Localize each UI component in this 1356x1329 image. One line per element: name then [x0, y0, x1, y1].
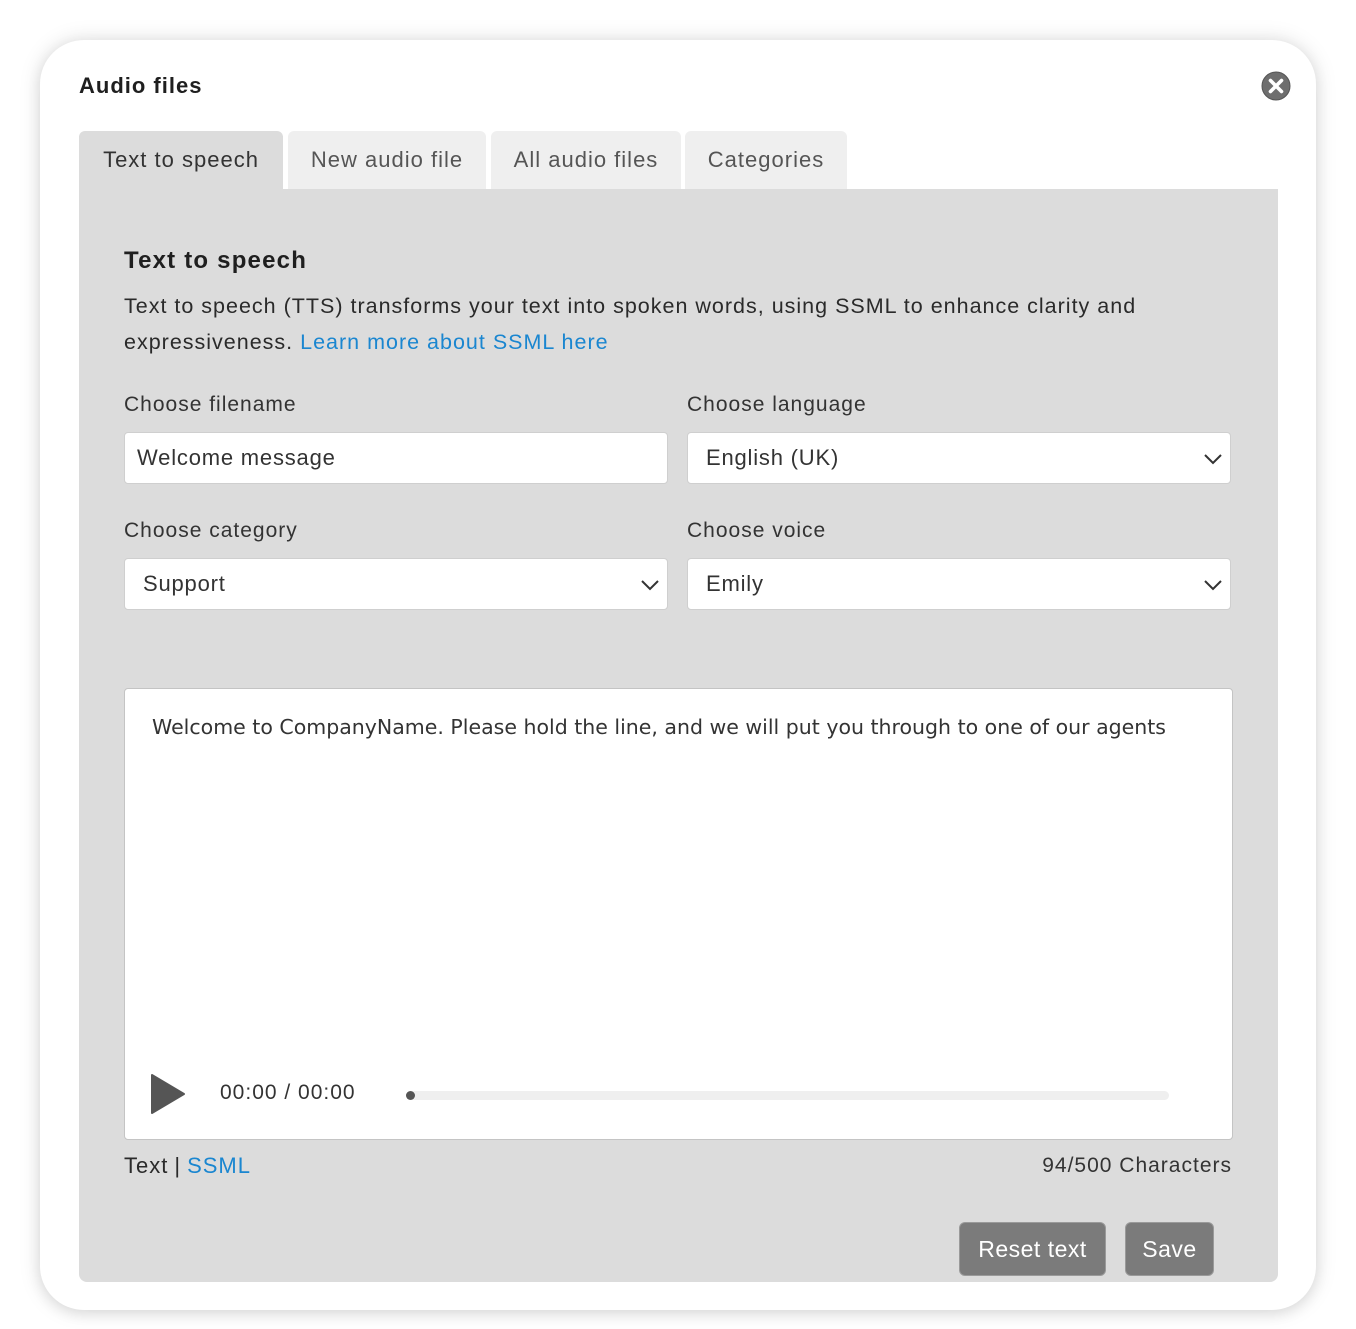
tts-text-editor[interactable]: Welcome to CompanyName. Please hold the …	[124, 688, 1233, 1140]
category-label: Choose category	[124, 519, 298, 542]
playback-time: 00:00 / 00:00	[220, 1081, 356, 1104]
tab-all-audio-files[interactable]: All audio files	[491, 131, 681, 189]
play-icon	[151, 1074, 185, 1114]
character-count: 94/500 Characters	[1042, 1154, 1232, 1177]
chevron-down-icon	[641, 580, 659, 591]
text-to-speech-panel: Text to speech Text to speech (TTS) tran…	[79, 189, 1278, 1282]
language-value: English (UK)	[706, 445, 840, 470]
tab-text-to-speech[interactable]: Text to speech	[79, 131, 283, 189]
language-label: Choose language	[687, 393, 867, 416]
close-circle-icon	[1261, 71, 1291, 101]
voice-label: Choose voice	[687, 519, 827, 542]
filename-field	[124, 432, 668, 484]
reset-text-button[interactable]: Reset text	[959, 1222, 1106, 1276]
close-button[interactable]	[1260, 70, 1292, 102]
play-button[interactable]	[150, 1073, 186, 1115]
mode-text-option[interactable]: Text	[124, 1153, 168, 1178]
modal-title: Audio files	[79, 73, 203, 98]
language-select[interactable]: English (UK)	[687, 432, 1231, 484]
category-value: Support	[143, 571, 226, 596]
learn-more-ssml-link[interactable]: Learn more about SSML here	[300, 330, 608, 354]
mode-ssml-link[interactable]: SSML	[187, 1153, 251, 1178]
audio-files-modal: Audio files Text to speech New audio fil…	[40, 40, 1316, 1310]
save-button[interactable]: Save	[1125, 1222, 1214, 1276]
tab-categories[interactable]: Categories	[685, 131, 847, 189]
voice-select[interactable]: Emily	[687, 558, 1231, 610]
category-select[interactable]: Support	[124, 558, 668, 610]
playback-progress-bar[interactable]	[406, 1091, 1169, 1100]
filename-label: Choose filename	[124, 393, 297, 416]
chevron-down-icon	[1204, 580, 1222, 591]
section-title: Text to speech	[124, 247, 308, 274]
filename-input[interactable]	[125, 433, 667, 483]
tts-text-content[interactable]: Welcome to CompanyName. Please hold the …	[152, 716, 1192, 738]
mode-separator: |	[174, 1153, 182, 1178]
voice-value: Emily	[706, 571, 764, 596]
editor-mode-switch: Text | SSML	[124, 1153, 251, 1179]
tab-new-audio-file[interactable]: New audio file	[288, 131, 486, 189]
chevron-down-icon	[1204, 454, 1222, 465]
section-description: Text to speech (TTS) transforms your tex…	[124, 288, 1234, 360]
description-text: Text to speech (TTS) transforms your tex…	[124, 294, 1137, 354]
playback-progress-knob[interactable]	[406, 1091, 415, 1100]
